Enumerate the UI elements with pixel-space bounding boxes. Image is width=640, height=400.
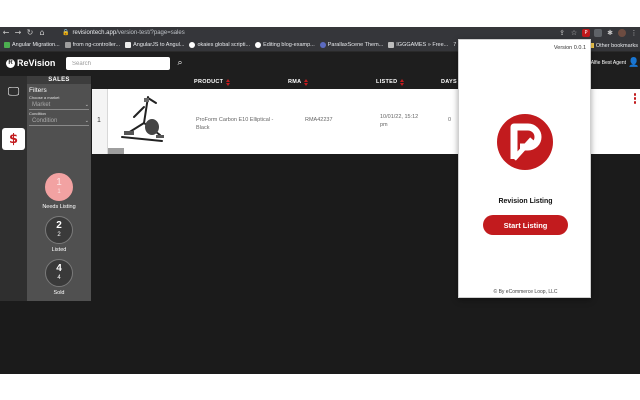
status-label: Listed [51,247,67,253]
chevron-down-icon: ⌄ [84,118,89,124]
left-rail: 🖵 $ [0,76,27,301]
user-icon[interactable]: 👤 [628,58,639,68]
revision-extension-icon[interactable]: P [582,29,590,37]
condition-label: Condition [29,111,46,116]
status-listed[interactable]: 2 2 Listed [27,216,91,253]
agent-name[interactable]: Alfie Best Agent [591,60,626,66]
rma-value: RMA42237 [305,117,333,123]
column-rma[interactable]: RMA [288,76,309,89]
search-input[interactable] [66,57,170,70]
market-value: Market [32,102,51,108]
bookmark[interactable]: Angular Migration... [4,42,60,48]
sort-icon[interactable] [304,79,309,86]
bookmark-icon [64,42,71,48]
status-circle[interactable]: 2 2 [45,216,73,244]
puzzle-icon[interactable]: ✱ [606,29,614,37]
status-sold[interactable]: 4 4 Sold [27,259,91,296]
market-select[interactable]: Market ⌄ [29,101,89,110]
product-name[interactable]: ProForm Carbon E10 Elliptical - Black [196,116,278,132]
github-icon [189,42,196,48]
bookmark[interactable]: IGGGAMES » Free... [388,42,448,48]
extension-icons: ⇪ ☆ P ✱ ⋮ [558,27,638,39]
bookmark[interactable]: from ng-controller... [64,42,120,48]
bookmark[interactable]: ParallaxScene Them... [319,42,383,48]
lock-icon: 🔒 [62,30,70,36]
search-icon[interactable]: ⌕ [174,57,186,69]
reload-icon[interactable]: ↻ [24,27,36,39]
bookmark[interactable]: 7 [453,42,456,48]
browser-menu-icon[interactable]: ⋮ [630,29,638,37]
filters-title: Filters [29,87,47,94]
home-icon[interactable]: ⌂ [36,27,48,39]
market-label: Choose a market [29,95,60,100]
revision-logo[interactable]: R ReVision [6,58,55,68]
column-product[interactable]: PRODUCT [194,76,231,89]
star-icon[interactable]: ☆ [570,29,578,37]
github-icon [255,42,262,48]
listed-date: 10/01/22, 15:12 pm [380,114,419,128]
row-menu-icon[interactable] [633,93,636,104]
url-field[interactable]: 🔒 revisiontech.app/version-test/?page=sa… [62,27,185,39]
column-listed[interactable]: LISTED [376,76,405,89]
bookmark-icon [388,42,395,48]
product-image[interactable] [114,93,170,147]
dollar-icon[interactable]: $ [2,128,25,150]
row-notch [108,148,124,154]
status-needs-listing[interactable]: 1 1 Needs Listing [27,173,91,210]
monitor-icon[interactable]: 🖵 [2,80,25,102]
start-listing-button[interactable]: Start Listing [483,215,568,235]
status-label: Sold [53,290,65,296]
row-index: 1 [92,89,124,154]
url-host: revisiontech.app [72,30,117,36]
other-bookmarks[interactable]: Other bookmarks [587,39,638,52]
condition-select[interactable]: Condition ⌄ [29,117,89,126]
status-label: Needs Listing [42,204,76,210]
bookmark-icon [125,42,132,48]
revision-logo-icon [497,114,553,170]
bookmark-icon [319,42,326,48]
bookmark-icon [4,42,10,48]
condition-value: Condition [32,118,58,124]
bookmark[interactable]: AngularJS to Angul... [125,42,184,48]
sales-sidebar: SALES Filters Choose a market Market ⌄ C… [27,76,91,301]
extension-icon[interactable] [594,29,602,37]
status-circle[interactable]: 1 1 [45,173,73,201]
sort-icon[interactable] [400,79,405,86]
share-icon[interactable]: ⇪ [558,29,566,37]
browser-window: ← → ↻ ⌂ 🔒 revisiontech.app/version-test/… [0,27,640,374]
status-circle[interactable]: 4 4 [45,259,73,287]
extension-popup: Version 0.0.1 Revision Listing Start Lis… [458,39,591,298]
logo-text: ReVision [17,58,56,68]
version-label: Version 0.0.1 [553,45,586,51]
chevron-down-icon: ⌄ [84,102,89,108]
url-path: /version-test/?page=sales [116,30,185,36]
back-icon[interactable]: ← [0,27,12,39]
popup-footer: © By eCommerce Loop, LLC [493,289,558,295]
sort-icon[interactable] [226,79,231,86]
revision-logo-icon: R [6,58,15,68]
bookmark[interactable]: okaies global scripti... [189,42,250,48]
bookmark[interactable]: Editing blog-examp... [255,42,315,48]
forward-icon[interactable]: → [12,27,24,39]
days-listed: 0 [448,117,452,123]
sales-title: SALES [27,76,91,84]
address-bar-row: ← → ↻ ⌂ 🔒 revisiontech.app/version-test/… [0,27,640,39]
popup-title: Revision Listing [498,198,553,205]
profile-avatar[interactable] [618,29,626,37]
